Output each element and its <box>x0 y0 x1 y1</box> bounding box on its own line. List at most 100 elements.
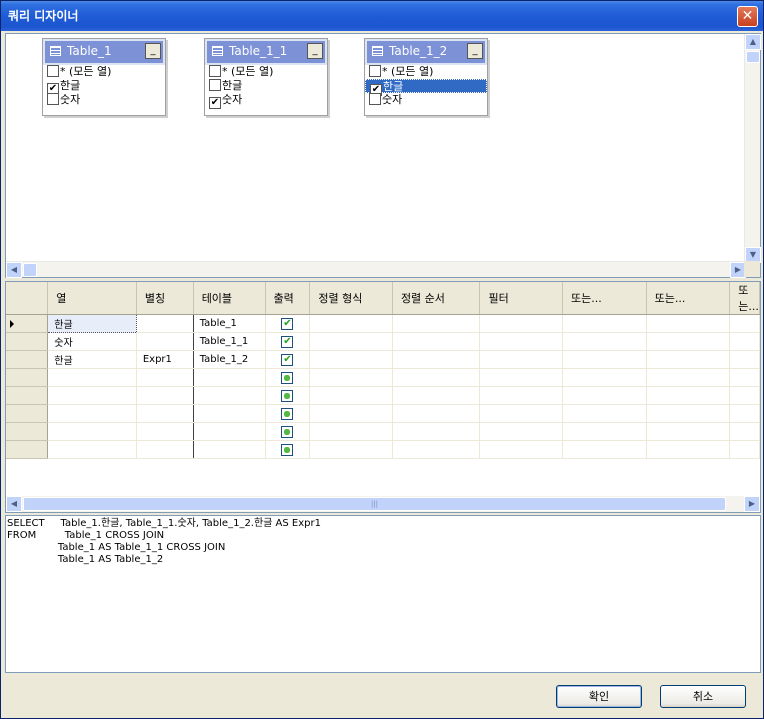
table-row[interactable] <box>6 386 760 405</box>
minimize-button[interactable]: _ <box>145 43 161 59</box>
sql-pane[interactable]: SELECT Table_1.한글, Table_1_1.숫자, Table_1… <box>5 515 761 673</box>
column-checkbox[interactable] <box>369 65 381 77</box>
column-row-hangul[interactable]: ✔ 한글 <box>43 79 165 95</box>
cell-table[interactable] <box>193 440 266 459</box>
cell-table[interactable] <box>193 386 266 405</box>
cell-or[interactable] <box>646 332 731 351</box>
column-row-number[interactable]: 숫자 <box>43 93 165 107</box>
column-row-all[interactable]: * (모든 열) <box>43 65 165 79</box>
output-checkbox[interactable]: ✔ <box>281 335 294 348</box>
column-checkbox[interactable]: ✔ <box>209 97 221 109</box>
table-row[interactable] <box>6 404 760 423</box>
cell-filter[interactable] <box>479 368 564 387</box>
output-checkbox[interactable]: ✔ <box>281 317 294 330</box>
cell-output[interactable]: ✔ <box>265 314 311 333</box>
cell-alias[interactable]: Expr1 <box>136 350 194 369</box>
output-checkbox-indeterminate[interactable] <box>281 371 294 384</box>
diagram-pane[interactable]: Table_1 _ * (모든 열) ✔ 한글 숫자 Table_1_1 _ * … <box>5 33 761 278</box>
cell-or[interactable] <box>646 314 731 333</box>
header-filter[interactable]: 필터 <box>479 282 564 315</box>
cell-or[interactable] <box>729 368 760 387</box>
output-checkbox-indeterminate[interactable] <box>281 443 294 456</box>
header-or-1[interactable]: 또는... <box>562 282 647 315</box>
minimize-button[interactable]: _ <box>307 43 323 59</box>
table-box-header[interactable]: Table_1 _ <box>43 39 165 65</box>
cell-sort-type[interactable] <box>309 422 393 441</box>
header-table[interactable]: 테이블 <box>193 282 266 315</box>
cell-column[interactable] <box>47 404 137 423</box>
cell-filter[interactable] <box>479 314 564 333</box>
cell-column[interactable] <box>47 440 137 459</box>
output-checkbox-indeterminate[interactable] <box>281 389 294 402</box>
cell-column[interactable]: 한글 <box>47 314 137 333</box>
header-sort-type[interactable]: 정렬 형식 <box>309 282 393 315</box>
cell-filter[interactable] <box>479 404 564 423</box>
minimize-button[interactable]: _ <box>467 43 483 59</box>
diagram-horizontal-scrollbar[interactable]: ◀ ▶ <box>6 261 746 278</box>
cell-column[interactable]: 한글 <box>47 350 137 369</box>
cell-or[interactable] <box>562 440 647 459</box>
column-row-hangul[interactable]: 한글 <box>205 79 327 93</box>
scroll-thumb[interactable]: ||| <box>23 497 726 511</box>
cell-sort-order[interactable] <box>392 368 481 387</box>
output-checkbox-indeterminate[interactable] <box>281 425 294 438</box>
cell-or[interactable] <box>729 314 760 333</box>
cell-filter[interactable] <box>479 422 564 441</box>
cell-or[interactable] <box>562 404 647 423</box>
scroll-left-button[interactable]: ◀ <box>6 262 22 278</box>
table-row[interactable]: 한글 Expr1 Table_1_2 ✔ <box>6 350 760 369</box>
cell-alias[interactable] <box>136 422 194 441</box>
cell-alias[interactable] <box>136 368 194 387</box>
ok-button[interactable]: 확인 <box>556 685 642 708</box>
cell-table[interactable]: Table_1 <box>193 314 266 333</box>
scroll-left-button[interactable]: ◀ <box>6 496 22 512</box>
cell-or[interactable] <box>646 440 731 459</box>
cell-sort-order[interactable] <box>392 332 481 351</box>
cell-output[interactable]: ✔ <box>265 350 311 369</box>
cell-column[interactable]: 숫자 <box>47 332 137 351</box>
cell-or[interactable] <box>646 350 731 369</box>
header-or-2[interactable]: 또는... <box>646 282 731 315</box>
cell-filter[interactable] <box>479 386 564 405</box>
cell-or[interactable] <box>646 368 731 387</box>
cell-filter[interactable] <box>479 350 564 369</box>
header-sort-order[interactable]: 정렬 순서 <box>392 282 481 315</box>
cell-output[interactable] <box>265 386 311 405</box>
cell-sort-order[interactable] <box>392 386 481 405</box>
grid-horizontal-scrollbar[interactable]: ◀ ||| ▶ <box>6 496 760 512</box>
cell-alias[interactable] <box>136 440 194 459</box>
table-box-header[interactable]: Table_1_1 _ <box>205 39 327 65</box>
output-checkbox-indeterminate[interactable] <box>281 407 294 420</box>
cell-sort-order[interactable] <box>392 422 481 441</box>
cell-sort-type[interactable] <box>309 440 393 459</box>
cell-sort-type[interactable] <box>309 350 393 369</box>
cell-or[interactable] <box>562 332 647 351</box>
cancel-button[interactable]: 취소 <box>660 685 746 708</box>
cell-output[interactable] <box>265 368 311 387</box>
cell-or[interactable] <box>729 332 760 351</box>
cell-column[interactable] <box>47 422 137 441</box>
criteria-grid-pane[interactable]: 열 별칭 테이블 출력 정렬 형식 정렬 순서 필터 또는... 또는... 또… <box>5 281 761 513</box>
title-bar[interactable]: 쿼리 디자이너 ✕ <box>1 1 763 31</box>
diagram-vertical-scrollbar[interactable]: ▲ ▼ <box>744 34 761 263</box>
cell-sort-type[interactable] <box>309 314 393 333</box>
cell-sort-order[interactable] <box>392 404 481 423</box>
cell-or[interactable] <box>562 422 647 441</box>
cell-column[interactable] <box>47 368 137 387</box>
table-box-header[interactable]: Table_1_2 _ <box>365 39 487 65</box>
table-box-table-1[interactable]: Table_1 _ * (모든 열) ✔ 한글 숫자 <box>42 38 166 116</box>
cell-or[interactable] <box>562 350 647 369</box>
cell-sort-order[interactable] <box>392 440 481 459</box>
cell-sort-type[interactable] <box>309 404 393 423</box>
table-box-table-1-1[interactable]: Table_1_1 _ * (모든 열) 한글 ✔ 숫자 <box>204 38 328 116</box>
scroll-thumb[interactable] <box>23 263 37 277</box>
criteria-grid[interactable]: 열 별칭 테이블 출력 정렬 형식 정렬 순서 필터 또는... 또는... 또… <box>6 282 760 459</box>
output-checkbox[interactable]: ✔ <box>281 353 294 366</box>
cell-or[interactable] <box>729 404 760 423</box>
cell-alias[interactable] <box>136 332 194 351</box>
row-header[interactable] <box>6 332 49 351</box>
table-box-table-1-2[interactable]: Table_1_2 _ * (모든 열) ✔ 한글 숫자 <box>364 38 488 116</box>
cell-sort-type[interactable] <box>309 332 393 351</box>
column-checkbox[interactable] <box>47 65 59 77</box>
column-checkbox[interactable] <box>47 93 59 105</box>
